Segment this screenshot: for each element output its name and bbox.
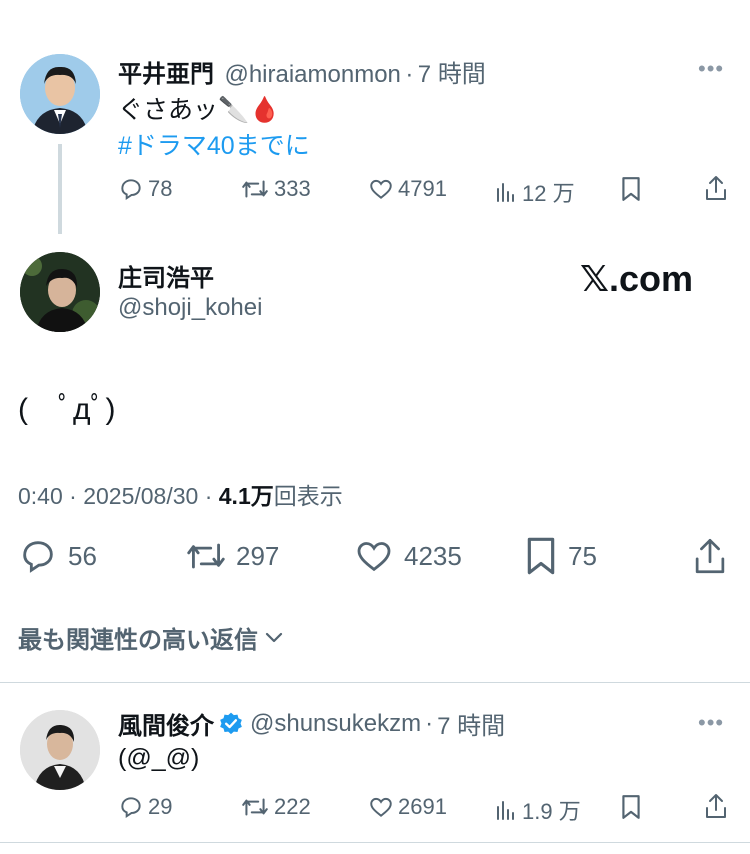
like-count: 4791: [398, 176, 447, 201]
like-button[interactable]: 4791: [368, 176, 447, 202]
author-handle[interactable]: @hiraiamonmon: [224, 61, 400, 88]
retweet-button[interactable]: 297: [184, 536, 279, 576]
reply-button[interactable]: 29: [118, 794, 172, 820]
author-name[interactable]: 平井亜門: [118, 61, 214, 88]
tweet-1[interactable]: 平井亜門 @hiraiamonmon · 7 時間 ••• ぐさあッ🔪🩸 #ドラ…: [0, 40, 750, 234]
verified-icon: [220, 712, 242, 734]
views-icon: [497, 183, 514, 202]
timestamp[interactable]: 7 時間: [437, 706, 505, 741]
views-icon: [497, 801, 514, 820]
divider: [0, 682, 750, 683]
bookmark-icon: [622, 177, 640, 201]
author-handle[interactable]: @shoji_kohei: [118, 294, 262, 322]
reply-button[interactable]: 78: [118, 176, 172, 202]
share-icon: [706, 176, 726, 200]
share-button[interactable]: [704, 174, 728, 207]
reply-icon: [121, 797, 141, 819]
separator: ·: [405, 61, 414, 88]
author-name[interactable]: 風間俊介: [118, 706, 214, 741]
views-button[interactable]: 1.9 万: [494, 794, 581, 826]
watermark: 𝕏.com: [580, 258, 694, 299]
sort-dropdown[interactable]: 最も関連性の高い返信: [18, 620, 286, 655]
separator: ·: [425, 709, 434, 737]
reply-icon: [121, 179, 141, 201]
reply-button[interactable]: 56: [18, 536, 97, 576]
avatar[interactable]: [20, 54, 100, 134]
timestamp[interactable]: 0:40 · 2025/08/30 ·: [18, 483, 219, 509]
hashtag-link[interactable]: #ドラマ40までに: [118, 126, 310, 162]
view-label: 回表示: [273, 483, 343, 509]
bookmark-button[interactable]: [620, 176, 642, 207]
share-icon: [706, 794, 726, 818]
bookmark-count: 75: [568, 540, 597, 571]
thread-line: [58, 144, 62, 234]
retweet-icon: [242, 180, 268, 198]
avatar[interactable]: [20, 710, 100, 790]
bookmark-button[interactable]: [620, 794, 642, 825]
share-button[interactable]: [692, 536, 728, 581]
view-count: 1.9 万: [522, 799, 581, 824]
retweet-count: 333: [274, 176, 311, 201]
more-icon[interactable]: •••: [698, 710, 724, 736]
tweet-text: ( ﾟдﾟ): [18, 393, 116, 426]
avatar[interactable]: [20, 252, 100, 332]
reply-count: 78: [148, 176, 173, 201]
reply-count: 29: [148, 794, 173, 819]
author-name[interactable]: 庄司浩平: [118, 258, 214, 293]
timestamp[interactable]: 7 時間: [418, 61, 486, 88]
author-handle[interactable]: @shunsukekzm: [250, 710, 421, 738]
like-count: 4235: [404, 540, 462, 571]
share-button[interactable]: [704, 792, 728, 825]
retweet-icon: [242, 798, 268, 816]
view-count: 12 万: [522, 181, 575, 206]
like-button[interactable]: 4235: [354, 536, 462, 576]
like-button[interactable]: 2691: [368, 794, 447, 820]
tweet-text: ぐさあッ🔪🩸: [118, 96, 281, 124]
divider: [0, 842, 750, 843]
reply-count: 56: [68, 540, 97, 571]
heart-icon: [370, 179, 392, 199]
retweet-count: 297: [236, 540, 280, 571]
bookmark-icon: [527, 537, 555, 575]
heart-icon: [370, 797, 392, 817]
retweet-button[interactable]: 333: [240, 176, 311, 202]
like-count: 2691: [398, 794, 447, 819]
tweet-text: (@_@): [118, 744, 200, 772]
tweet-meta: 0:40 · 2025/08/30 · 4.1万回表示: [18, 477, 343, 511]
view-count: 4.1万: [218, 483, 274, 509]
retweet-count: 222: [274, 794, 311, 819]
reply-icon: [23, 541, 53, 573]
chevron-down-icon: [265, 632, 283, 642]
sort-label: 最も関連性の高い返信: [18, 627, 258, 654]
more-icon[interactable]: •••: [698, 56, 724, 82]
heart-icon: [357, 542, 391, 572]
bookmark-button[interactable]: 75: [524, 536, 597, 576]
retweet-icon: [187, 543, 225, 569]
views-button[interactable]: 12 万: [494, 176, 575, 208]
share-icon: [695, 538, 725, 574]
retweet-button[interactable]: 222: [240, 794, 311, 820]
bookmark-icon: [622, 795, 640, 819]
